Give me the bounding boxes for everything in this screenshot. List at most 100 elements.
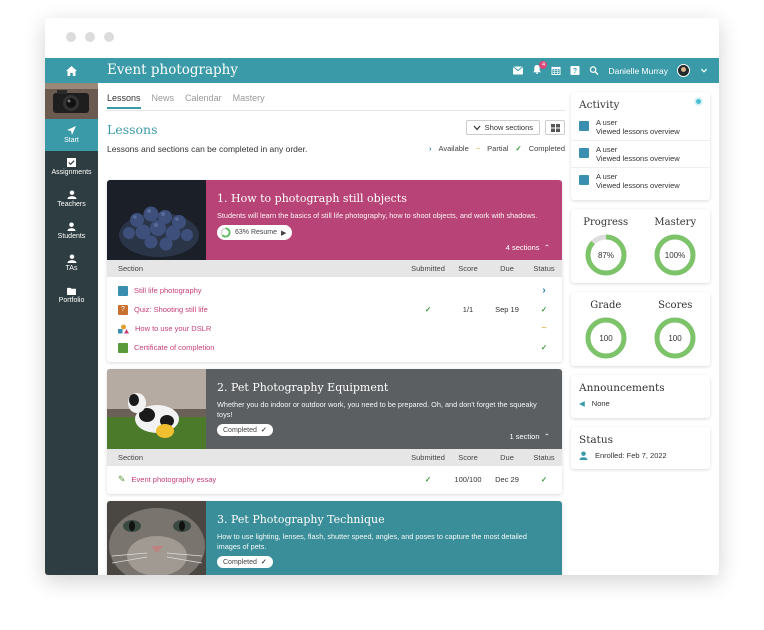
lesson-description: Students will learn the basics of still … xyxy=(217,211,538,220)
sidebar-item-portfolio[interactable]: Portfolio xyxy=(45,279,98,311)
home-icon xyxy=(66,65,77,76)
check-icon: ✓ xyxy=(260,559,267,566)
notification-count-badge: 4 xyxy=(539,61,548,69)
section-link[interactable]: How to use your DSLR xyxy=(135,324,211,333)
lesson-card-3: 3. Pet Photography Technique How to use … xyxy=(107,501,562,575)
section-count[interactable]: 4 sections ⌃ xyxy=(506,243,550,252)
partial-icon: ~ xyxy=(541,323,547,334)
legend-completed: Completed xyxy=(528,144,565,153)
completed-icon: ✓ xyxy=(515,144,522,153)
mastery-label: Mastery xyxy=(654,217,697,228)
lesson-title: 1. How to photograph still objects xyxy=(217,192,407,205)
section-link[interactable]: Still life photography xyxy=(134,286,202,295)
sidebar: Start Assignments Teachers Students TAs … xyxy=(45,83,98,575)
score-cell: 1/1 xyxy=(462,305,474,314)
tab-lessons[interactable]: Lessons xyxy=(107,93,141,109)
available-icon: › xyxy=(542,285,546,296)
col-submitted: Submitted xyxy=(411,453,445,462)
sidebar-item-label: Assignments xyxy=(51,169,92,176)
completed-icon: ✓ xyxy=(540,343,548,352)
activity-text: Viewed lessons overview xyxy=(596,181,680,190)
help-icon[interactable]: ? xyxy=(570,66,580,75)
tas-icon xyxy=(67,254,76,263)
calendar-icon[interactable] xyxy=(551,66,561,75)
tab-calendar[interactable]: Calendar xyxy=(185,93,222,109)
search-icon[interactable] xyxy=(589,66,599,75)
lesson-header[interactable]: 2. Pet Photography Equipment Whether you… xyxy=(107,369,562,449)
order-note: Lessons and sections can be completed in… xyxy=(107,144,308,154)
partial-icon: ~ xyxy=(475,144,481,153)
sidebar-item-tas[interactable]: TAs xyxy=(45,247,98,279)
status-text: Enrolled: Feb 7, 2022 xyxy=(595,451,667,460)
window-close-dot[interactable] xyxy=(66,32,76,42)
table-row[interactable]: How to use your DSLR ~ xyxy=(107,319,562,338)
table-row[interactable]: ? Quiz: Shooting still life ✓ 1/1 Sep 19 … xyxy=(107,300,562,319)
live-indicator-icon xyxy=(696,99,701,104)
window-chrome xyxy=(45,18,719,58)
activity-item[interactable]: A user Viewed lessons overview xyxy=(571,141,710,168)
col-status: Status xyxy=(533,264,555,273)
resume-button[interactable]: 63% Resume ▶ xyxy=(217,225,293,240)
section-count-label: 4 sections xyxy=(505,243,540,252)
completed-badge: Completed ✓ xyxy=(217,556,273,568)
completed-label: Completed xyxy=(223,426,257,434)
course-thumbnail xyxy=(45,83,98,119)
user-name[interactable]: Danielle Murray xyxy=(608,66,668,76)
col-section: Section xyxy=(118,453,144,462)
sidebar-item-start[interactable]: Start xyxy=(45,119,98,151)
ring-value: 100% xyxy=(665,251,685,260)
available-icon: › xyxy=(428,144,432,153)
grid-view-button[interactable] xyxy=(545,120,565,135)
sidebar-item-assignments[interactable]: Assignments xyxy=(45,151,98,183)
announcements-text: None xyxy=(591,399,610,408)
activity-user: A user xyxy=(596,118,618,127)
section-count[interactable]: 1 section ⌃ xyxy=(510,432,551,441)
resume-label: 63% Resume xyxy=(235,229,278,236)
sidebar-item-label: Students xyxy=(57,233,86,240)
page-title: Lessons xyxy=(107,122,158,137)
grade-ring: 100 xyxy=(576,315,636,361)
ring-value: 100 xyxy=(669,334,683,343)
notifications-button[interactable]: 4 xyxy=(532,61,548,76)
home-button[interactable] xyxy=(45,58,98,83)
window-minimize-dot[interactable] xyxy=(85,32,95,42)
section-table-header: Section Submitted Score Due Status xyxy=(107,260,562,277)
tab-divider xyxy=(107,110,565,111)
sidebar-item-teachers[interactable]: Teachers xyxy=(45,183,98,215)
sidebar-item-students[interactable]: Students xyxy=(45,215,98,247)
grade-label: Grade xyxy=(590,300,622,311)
activity-user: A user xyxy=(596,145,618,154)
status-legend: › Available ~ Partial ✓ Completed xyxy=(429,144,565,153)
col-score: Score xyxy=(458,453,478,462)
activity-item[interactable]: A user Viewed lessons overview xyxy=(571,168,710,194)
lesson-header[interactable]: 3. Pet Photography Technique How to use … xyxy=(107,501,562,575)
section-link[interactable]: Certificate of completion xyxy=(134,343,214,352)
legend-partial: Partial xyxy=(487,144,509,153)
activity-item[interactable]: A user Viewed lessons overview xyxy=(571,114,710,141)
lesson-description: How to use lighting, lenses, flash, shut… xyxy=(217,532,527,551)
completed-badge: Completed ✓ xyxy=(217,424,273,436)
due-cell: Dec 29 xyxy=(495,475,519,484)
checklist-icon xyxy=(67,158,76,167)
tab-news[interactable]: News xyxy=(152,93,175,109)
lesson-header[interactable]: 1. How to photograph still objects Stude… xyxy=(107,180,562,260)
mail-icon[interactable] xyxy=(513,66,524,75)
score-cell: 100/100 xyxy=(454,475,482,484)
tab-mastery[interactable]: Mastery xyxy=(233,93,265,109)
table-row[interactable]: Certificate of completion ✓ xyxy=(107,338,562,357)
chevron-down-icon[interactable] xyxy=(699,66,709,75)
show-sections-button[interactable]: Show sections xyxy=(465,120,540,135)
app-title: Event photography xyxy=(107,62,239,78)
section-link[interactable]: Quiz: Shooting still life xyxy=(134,305,208,314)
user-avatar[interactable] xyxy=(677,64,690,77)
sidebar-item-label: Start xyxy=(64,137,79,144)
chevron-down-icon xyxy=(473,125,481,130)
table-row[interactable]: ✎ Event photography essay ✓ 100/100 Dec 2… xyxy=(107,470,562,489)
window-maximize-dot[interactable] xyxy=(104,32,114,42)
table-row[interactable]: Still life photography › xyxy=(107,281,562,300)
lesson-description: Whether you do indoor or outdoor work, y… xyxy=(217,400,537,419)
activity-title: Activity xyxy=(579,99,620,111)
section-link[interactable]: Event photography essay xyxy=(132,475,217,484)
tab-bar: Lessons News Calendar Mastery xyxy=(107,93,265,109)
status-panel: Status Enrolled: Feb 7, 2022 xyxy=(571,427,710,469)
